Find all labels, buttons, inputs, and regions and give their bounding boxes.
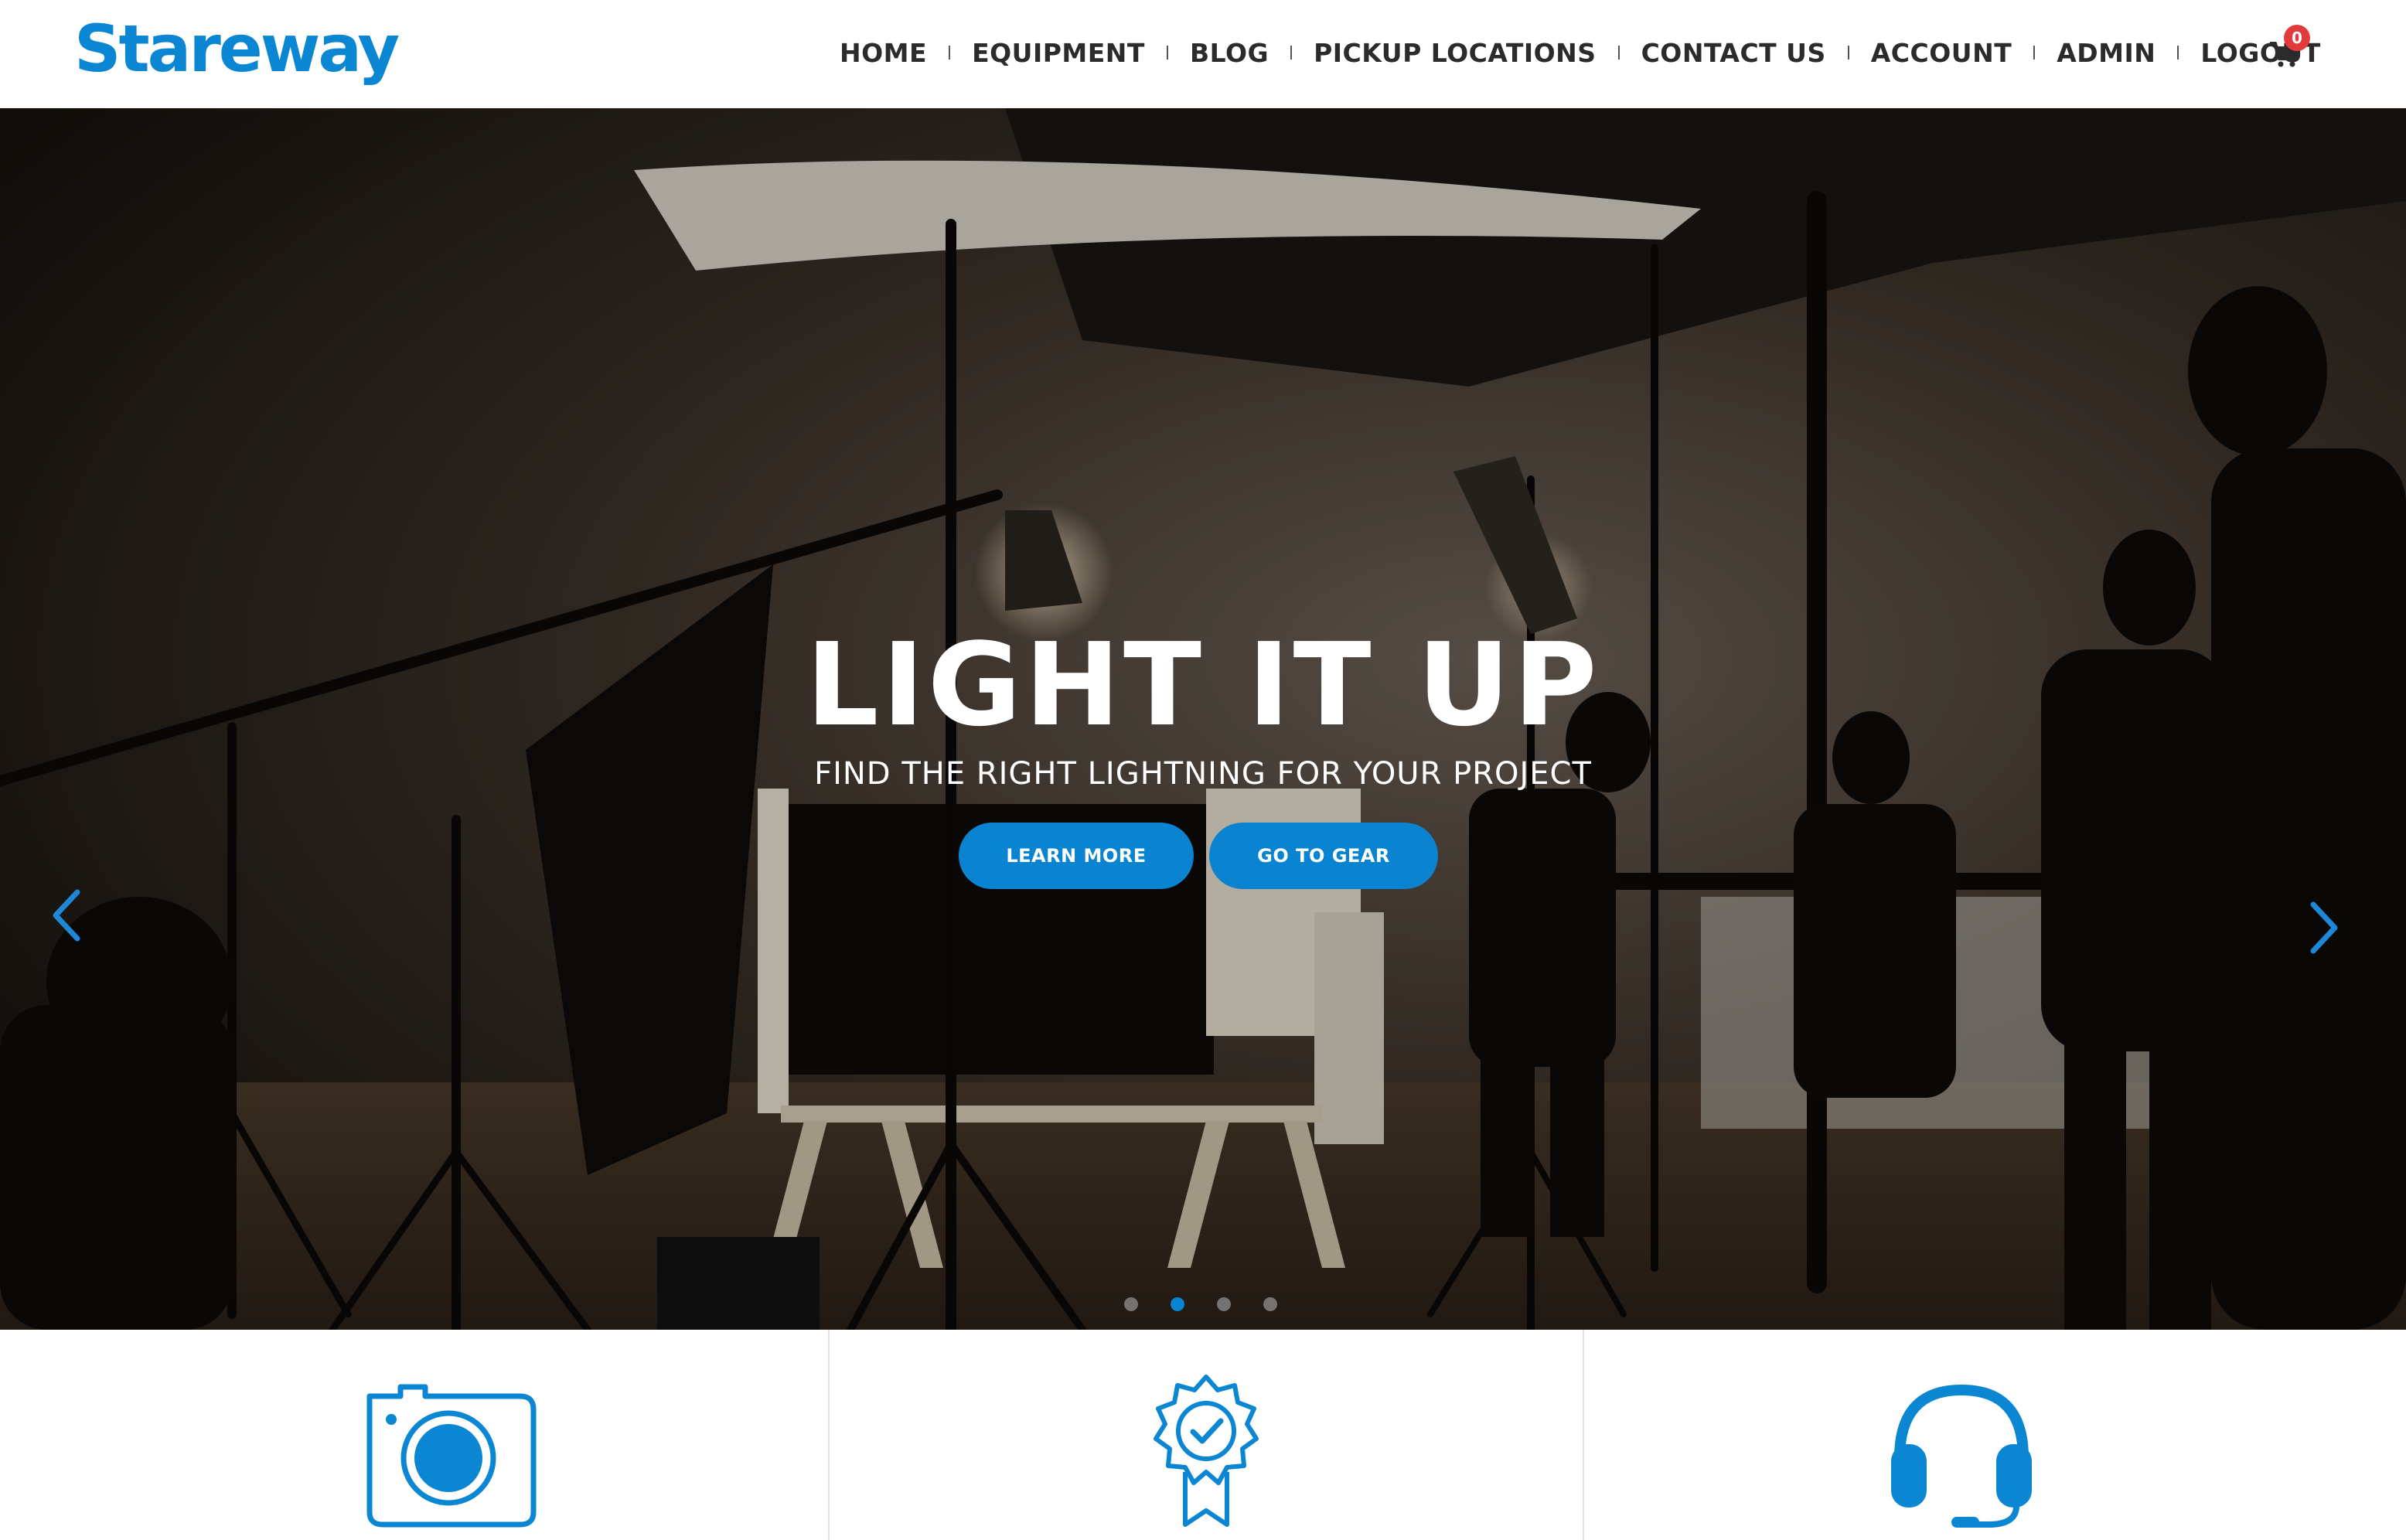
nav-equipment[interactable]: EQUIPMENT: [972, 38, 1145, 68]
nav-home[interactable]: HOME: [840, 38, 927, 68]
main-nav: HOME EQUIPMENT BLOG PICKUP LOCATIONS CON…: [840, 34, 2321, 71]
nav-separator: [1290, 46, 1293, 60]
slider-dot[interactable]: [1124, 1297, 1138, 1311]
slider-dot[interactable]: [1217, 1297, 1231, 1311]
nav-admin[interactable]: ADMIN: [2057, 38, 2156, 68]
feature-card-quality: [830, 1330, 1585, 1540]
chevron-right-icon[interactable]: [2301, 897, 2347, 959]
nav-account[interactable]: ACCOUNT: [1871, 38, 2012, 68]
nav-separator: [2033, 46, 2036, 60]
cart-count-badge: 0: [2284, 25, 2310, 51]
nav-separator: [1166, 46, 1168, 60]
nav-pickup-locations[interactable]: PICKUP LOCATIONS: [1314, 38, 1596, 68]
go-to-gear-button[interactable]: GO TO GEAR: [1209, 823, 1438, 889]
slider-dots: [1124, 1297, 1277, 1311]
site-header: Stareway HOME EQUIPMENT BLOG PICKUP LOCA…: [0, 0, 2406, 108]
nav-separator: [1617, 46, 1620, 60]
nav-separator: [949, 46, 951, 60]
hero-subtitle: FIND THE RIGHT LIGHTNING FOR YOUR PROJEC…: [814, 756, 1592, 792]
feature-card-equipment: [74, 1330, 830, 1540]
logo[interactable]: Stareway: [74, 11, 400, 87]
features-row: [74, 1330, 2338, 1540]
nav-separator: [2177, 46, 2179, 60]
hero-slider: LIGHT IT UP FIND THE RIGHT LIGHTNING FOR…: [0, 108, 2406, 1330]
hero-title: LIGHT IT UP: [806, 618, 1600, 751]
slider-dot[interactable]: [1263, 1297, 1277, 1311]
camera-icon: [366, 1384, 537, 1528]
headset-icon: [1890, 1384, 2032, 1528]
nav-contact-us[interactable]: CONTACT US: [1641, 38, 1826, 68]
feature-card-support: [1584, 1330, 2338, 1540]
learn-more-button[interactable]: LEARN MORE: [959, 823, 1194, 889]
slider-dot-active[interactable]: [1171, 1297, 1184, 1311]
nav-separator: [1847, 46, 1849, 60]
chevron-left-icon[interactable]: [43, 884, 90, 946]
nav-blog[interactable]: BLOG: [1190, 38, 1269, 68]
award-badge-icon: [1154, 1375, 1259, 1527]
